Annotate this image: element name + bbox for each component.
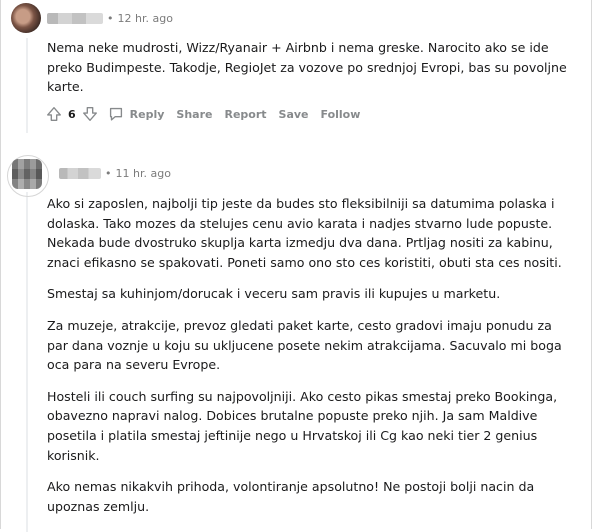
thread-line[interactable] [26,38,28,133]
share-label: Share [176,107,213,121]
reply-button[interactable]: Reply [107,105,165,123]
avatar[interactable] [11,3,41,33]
avatar[interactable] [12,159,42,189]
comment-meta: redacted-user-1 • 12 hr. ago [47,12,173,25]
meta-separator: • [107,12,114,25]
comment-paragraph: Za muzeje, atrakcije, prevoz gledati pak… [47,317,562,373]
save-button[interactable]: Save [279,108,309,121]
upvote-icon[interactable] [45,105,63,123]
comment-paragraph: Smestaj sa kuhinjom/dorucak i veceru sam… [47,286,501,302]
comment-thread: redacted-user-1 • 12 hr. ago Nema neke m… [0,0,592,532]
comment-paragraph: Ako si zaposlen, najbolji tip jeste da b… [47,196,562,270]
thread-line[interactable] [26,192,28,532]
follow-button[interactable]: Follow [321,108,361,121]
share-button[interactable]: Share [176,108,212,121]
comment-meta: redacted-user-2 • 11 hr. ago [59,167,171,180]
downvote-icon[interactable] [81,105,99,123]
vote-count: 6 [68,107,76,121]
comment-body: Ako si zaposlen, najbolji tip jeste da b… [47,194,573,528]
reply-icon [107,105,125,123]
comment-paragraph: Hosteli ili couch surfing su najpovoljni… [47,388,558,463]
meta-separator: • [105,167,112,180]
reply-label: Reply [129,107,165,121]
comment-paragraph: Nema neke mudrosti, Wizz/Ryanair + Airbn… [47,40,567,95]
comment-paragraph: Ako nemas nikakvih prihoda, volontiranje… [47,479,535,514]
comment-body: Nema neke mudrosti, Wizz/Ryanair + Airbn… [47,38,573,109]
follow-label: Follow [320,107,361,121]
save-label: Save [278,107,309,121]
vote-control: 6 [45,105,99,123]
report-button[interactable]: Report [224,108,266,121]
timestamp[interactable]: 11 hr. ago [116,167,171,180]
comment-actions: 6 Reply Share Report Save Follow [45,105,372,123]
timestamp[interactable]: 12 hr. ago [118,12,173,25]
username-redacted[interactable]: redacted-user-2 [59,168,101,179]
username-redacted[interactable]: redacted-user-1 [47,13,103,24]
report-label: Report [224,107,267,121]
